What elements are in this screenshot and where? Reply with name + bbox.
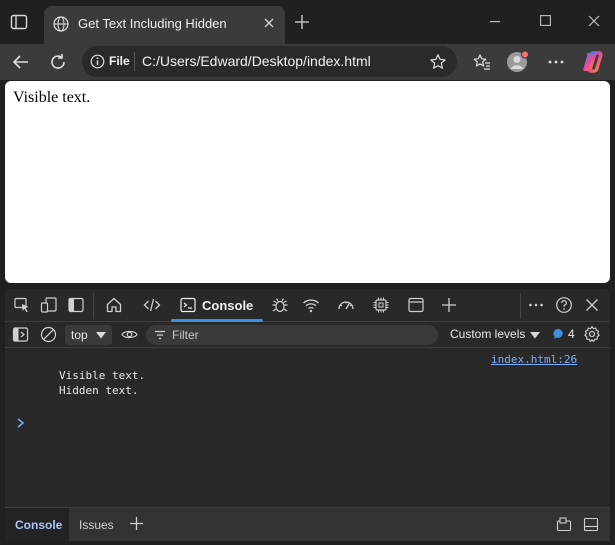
title-bar: Get Text Including Hidden: [0, 0, 615, 44]
globe-icon: [52, 15, 70, 33]
page-body-text: Visible text.: [13, 89, 91, 106]
issues-chat-icon: [553, 328, 565, 340]
toolbar: File C:/Users/Edward/Desktop/index.html: [0, 44, 615, 80]
console-log-line: Visible text.: [59, 369, 146, 382]
sources-bug-icon[interactable]: [271, 296, 289, 314]
console-filter-field[interactable]: [146, 325, 438, 345]
refresh-icon[interactable]: [48, 52, 68, 72]
close-icon[interactable]: [588, 15, 600, 27]
minimize-icon[interactable]: [490, 21, 500, 23]
minimize-drawer-icon[interactable]: [583, 517, 599, 532]
drawer-tab-console-label: Console: [15, 518, 63, 532]
page-viewport: Visible text.: [5, 81, 610, 283]
application-panel-icon[interactable]: [407, 296, 425, 314]
console-log-line: Hidden text.: [59, 384, 139, 397]
device-emulation-icon[interactable]: [40, 296, 58, 314]
filter-icon: [154, 329, 166, 341]
console-icon: [180, 297, 196, 313]
tab-console[interactable]: Console: [171, 289, 263, 322]
info-icon[interactable]: [90, 54, 105, 69]
live-expression-eye-icon[interactable]: [121, 326, 138, 343]
help-icon[interactable]: [555, 296, 573, 314]
filter-input[interactable]: [172, 326, 422, 344]
show-sidebar-icon[interactable]: [12, 326, 29, 343]
drawer-add-tab-icon[interactable]: [129, 516, 144, 531]
context-value: top: [71, 328, 88, 342]
network-wifi-icon[interactable]: [302, 296, 320, 314]
address-bar[interactable]: File C:/Users/Edward/Desktop/index.html: [82, 46, 457, 77]
levels-chevron-down-icon[interactable]: [530, 332, 540, 339]
devtools-panel: Console top Filter Custom levels 4 index…: [5, 289, 610, 541]
console-settings-gear-icon[interactable]: [583, 325, 600, 343]
issues-count: 4: [568, 327, 575, 341]
drawer-tab-issues-label: Issues: [79, 518, 114, 532]
tab-title: Get Text Including Hidden: [78, 16, 227, 31]
back-arrow-icon[interactable]: [11, 52, 31, 72]
console-filter-bar: top Custom levels 4: [5, 322, 610, 348]
new-tab-icon[interactable]: [294, 14, 310, 30]
tab-close-icon[interactable]: [262, 16, 276, 30]
memory-chip-icon[interactable]: [372, 296, 390, 314]
profile-avatar-icon[interactable]: [506, 50, 530, 74]
active-tab[interactable]: Get Text Including Hidden: [44, 6, 285, 44]
devtools-divider-right: [520, 293, 521, 319]
clear-console-icon[interactable]: [40, 326, 57, 343]
drawer-tab-console[interactable]: Console: [5, 508, 69, 541]
scheme-label[interactable]: File: [109, 54, 130, 68]
tab-console-label: Console: [202, 298, 254, 313]
url-text[interactable]: C:/Users/Edward/Desktop/index.html: [142, 53, 371, 69]
more-icon[interactable]: [546, 52, 566, 72]
elements-code-icon[interactable]: [143, 296, 161, 314]
add-tool-icon[interactable]: [440, 296, 458, 314]
inspect-element-icon[interactable]: [13, 296, 31, 314]
favorite-star-icon[interactable]: [429, 53, 447, 71]
drawer-tab-issues[interactable]: Issues: [69, 508, 121, 541]
close-devtools-icon[interactable]: [583, 296, 601, 314]
maximize-icon[interactable]: [540, 15, 551, 26]
log-levels-dropdown[interactable]: Custom levels: [450, 327, 525, 341]
dock-drawer-icon[interactable]: [556, 517, 572, 532]
sidebar-toggle-icon[interactable]: [67, 296, 85, 314]
devtools-tab-bar: Console: [5, 289, 610, 322]
address-divider: [134, 52, 135, 71]
context-selector[interactable]: top: [65, 325, 112, 345]
chevron-down-icon: [96, 332, 106, 339]
copilot-icon[interactable]: [581, 50, 605, 74]
console-output: index.html:26 Visible text. Hidden text.: [5, 349, 610, 507]
devtools-divider: [93, 293, 94, 319]
favorites-icon[interactable]: [472, 52, 492, 72]
console-prompt-chevron-icon[interactable]: [16, 417, 26, 429]
welcome-home-icon[interactable]: [105, 296, 123, 314]
tab-actions-icon[interactable]: [9, 12, 29, 32]
performance-gauge-icon[interactable]: [337, 296, 355, 314]
devtools-drawer: Console Issues: [5, 507, 610, 541]
source-link[interactable]: index.html:26: [491, 353, 577, 366]
more-tools-icon[interactable]: [527, 296, 545, 314]
